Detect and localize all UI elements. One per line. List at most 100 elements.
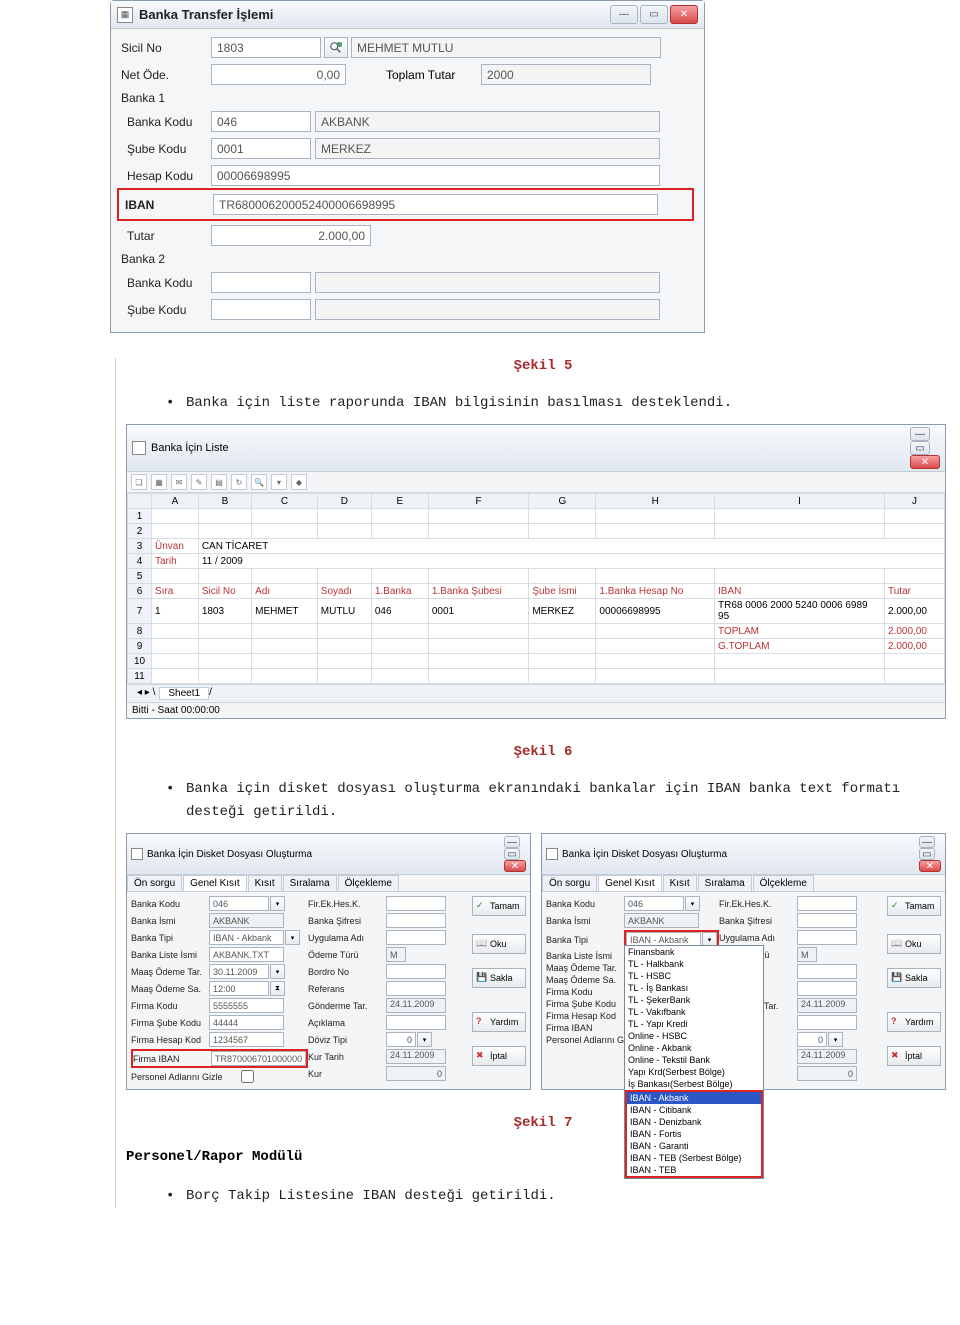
list-item[interactable]: IBAN - Citibank — [627, 1104, 761, 1116]
minimize-button[interactable]: — — [910, 427, 930, 441]
doviz-input[interactable] — [386, 1032, 416, 1047]
maas-saat-input[interactable] — [209, 981, 269, 996]
tab-kisit[interactable]: Kısıt — [248, 875, 282, 891]
banka-sifresi-input[interactable] — [797, 913, 857, 928]
minimize-button[interactable]: — — [919, 836, 935, 848]
tab-onsorgu[interactable]: Ön sorgu — [127, 875, 182, 891]
list-item[interactable]: İş Bankası(Serbest Bölge) — [625, 1078, 763, 1090]
list-item[interactable]: Online - HSBC — [625, 1030, 763, 1042]
toolbar-button[interactable]: ✎ — [191, 474, 207, 490]
b1-tutar-input[interactable] — [211, 225, 371, 246]
sakla-button[interactable]: Sakla — [887, 968, 941, 988]
tab-siralama[interactable]: Sıralama — [283, 875, 337, 891]
sicil-no-input[interactable] — [211, 37, 321, 58]
b2-banka-kodu-input[interactable] — [211, 272, 311, 293]
toolbar-button[interactable]: ▾ — [271, 474, 287, 490]
tab-genelkisit[interactable]: Genel Kısıt — [598, 875, 661, 891]
net-ode-input[interactable] — [211, 64, 346, 85]
bordro-input[interactable] — [386, 964, 446, 979]
bordro-input[interactable] — [797, 964, 857, 979]
maximize-button[interactable]: ▭ — [504, 848, 520, 860]
list-item[interactable]: TL - Yapı Kredi — [625, 1018, 763, 1030]
minimize-button[interactable]: — — [504, 836, 520, 848]
col-header[interactable]: D — [317, 494, 371, 509]
minimize-button[interactable]: — — [610, 5, 638, 24]
list-item[interactable]: IBAN - Denizbank — [627, 1116, 761, 1128]
close-button[interactable]: ✕ — [910, 455, 940, 469]
col-header[interactable]: H — [596, 494, 715, 509]
iptal-button[interactable]: İptal — [887, 1046, 941, 1066]
sheet-grid[interactable]: A B C D E F G H I J 1 2 3ÜnvanCAN TİCARE… — [127, 493, 945, 684]
banka-tipi-select[interactable] — [209, 930, 284, 945]
firma-kodu-input[interactable] — [209, 998, 284, 1013]
sheet-tab[interactable]: Sheet1 — [159, 687, 209, 700]
b1-hesap-kodu-input[interactable] — [211, 165, 660, 186]
lookup-button[interactable]: ▾ — [828, 1032, 843, 1047]
dropdown-button[interactable]: ▾ — [285, 930, 300, 945]
close-button[interactable]: ✕ — [504, 860, 526, 872]
col-header[interactable]: F — [428, 494, 528, 509]
tab-onsorgu[interactable]: Ön sorgu — [542, 875, 597, 891]
col-header[interactable]: I — [715, 494, 885, 509]
list-item[interactable]: IBAN - TEB — [627, 1164, 761, 1176]
lookup-button[interactable]: ▾ — [417, 1032, 432, 1047]
sakla-button[interactable]: Sakla — [472, 968, 526, 988]
toolbar-button[interactable]: ↻ — [231, 474, 247, 490]
maximize-button[interactable]: ▭ — [640, 5, 668, 24]
uygulama-input[interactable] — [386, 930, 446, 945]
referans-input[interactable] — [797, 981, 857, 996]
close-button[interactable]: ✕ — [670, 5, 698, 24]
firma-iban-input[interactable] — [211, 1051, 306, 1066]
iptal-button[interactable]: İptal — [472, 1046, 526, 1066]
col-header[interactable]: J — [885, 494, 945, 509]
tamam-button[interactable]: Tamam — [472, 896, 526, 916]
b2-sube-kodu-input[interactable] — [211, 299, 311, 320]
list-item[interactable]: TL - HSBC — [625, 970, 763, 982]
col-header[interactable]: A — [152, 494, 199, 509]
list-item[interactable]: TL - Halkbank — [625, 958, 763, 970]
referans-input[interactable] — [386, 981, 446, 996]
date-button[interactable]: ▾ — [270, 964, 285, 979]
toolbar-button[interactable]: 🔍 — [251, 474, 267, 490]
list-item[interactable]: IBAN - Akbank — [627, 1092, 761, 1104]
banka-kodu-input[interactable] — [209, 896, 269, 911]
tab-siralama[interactable]: Sıralama — [698, 875, 752, 891]
lookup-button[interactable]: ▾ — [685, 896, 700, 911]
tab-olcekleme[interactable]: Ölçekleme — [753, 875, 814, 891]
col-header[interactable]: C — [252, 494, 318, 509]
maximize-button[interactable]: ▭ — [910, 441, 930, 455]
list-item[interactable]: Online - Akbank — [625, 1042, 763, 1054]
list-item[interactable]: IBAN - TEB (Serbest Bölge) — [627, 1152, 761, 1164]
list-item[interactable]: Yapı Krd(Serbest Bölge) — [625, 1066, 763, 1078]
banka-liste-input[interactable] — [209, 947, 284, 962]
list-item[interactable]: TL - Vakıfbank — [625, 1006, 763, 1018]
maximize-button[interactable]: ▭ — [919, 848, 935, 860]
lookup-button[interactable]: ▾ — [270, 896, 285, 911]
b1-banka-kodu-input[interactable] — [211, 111, 311, 132]
fir-ek-input[interactable] — [797, 896, 857, 911]
personel-gizle-checkbox[interactable] — [241, 1070, 254, 1083]
aciklama-input[interactable] — [386, 1015, 446, 1030]
list-item[interactable]: IBAN - Garanti — [627, 1140, 761, 1152]
banka-kodu-input[interactable] — [624, 896, 684, 911]
col-header[interactable]: G — [529, 494, 596, 509]
banka-sifresi-input[interactable] — [386, 913, 446, 928]
oku-button[interactable]: Oku — [472, 934, 526, 954]
oku-button[interactable]: Oku — [887, 934, 941, 954]
b1-iban-input[interactable] — [213, 194, 658, 215]
col-header[interactable]: E — [371, 494, 428, 509]
time-button[interactable]: ⧗ — [270, 981, 285, 996]
close-button[interactable]: ✕ — [919, 860, 941, 872]
list-item[interactable]: IBAN - Fortis — [627, 1128, 761, 1140]
firma-sube-input[interactable] — [209, 1015, 284, 1030]
uygulama-input[interactable] — [797, 930, 857, 945]
b1-sube-kodu-input[interactable] — [211, 138, 311, 159]
firma-hesap-input[interactable] — [209, 1032, 284, 1047]
tab-genelkisit[interactable]: Genel Kısıt — [183, 875, 246, 891]
list-item[interactable]: Online - Tekstil Bank — [625, 1054, 763, 1066]
lookup-button[interactable] — [324, 37, 348, 58]
yardim-button[interactable]: Yardım — [887, 1012, 941, 1032]
list-item[interactable]: TL - ŞekerBank — [625, 994, 763, 1006]
list-item[interactable]: Finansbank — [625, 946, 763, 958]
fir-ek-input[interactable] — [386, 896, 446, 911]
